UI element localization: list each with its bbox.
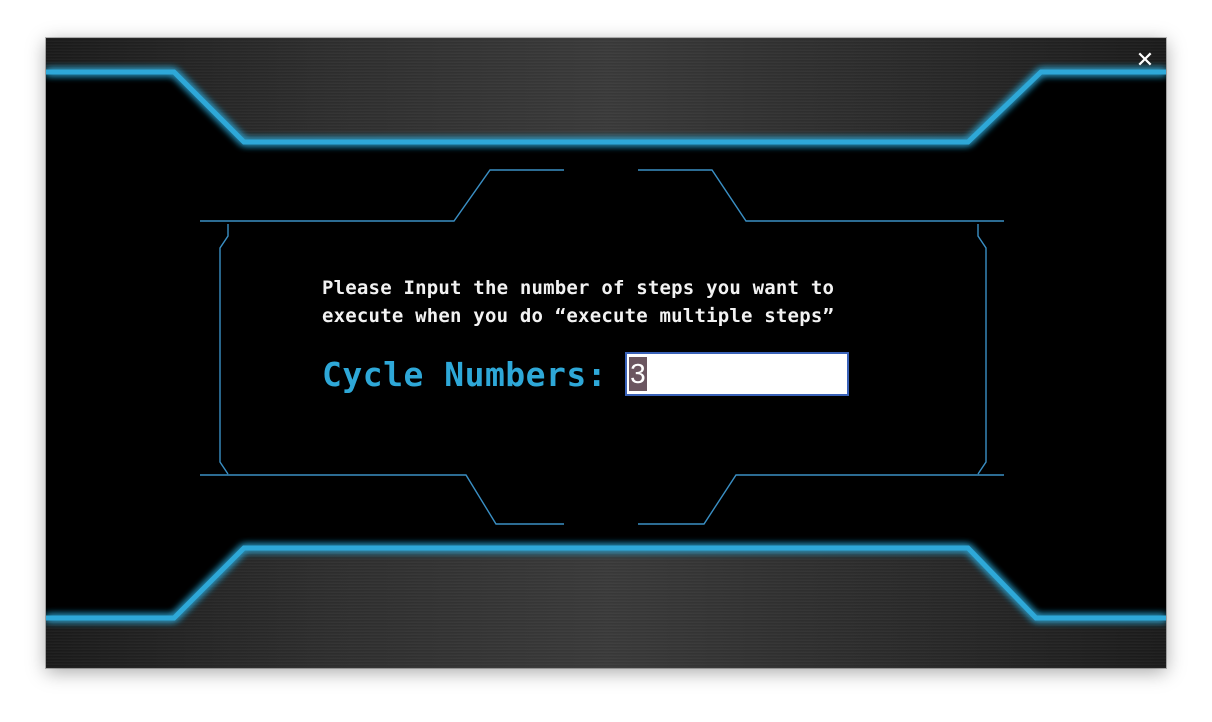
inner-frame-bottom-left [200, 474, 564, 525]
close-button[interactable]: ✕ [1134, 50, 1156, 72]
cycle-numbers-row: Cycle Numbers: 3 [322, 350, 850, 398]
cycle-numbers-input[interactable]: 3 [625, 352, 850, 396]
inner-frame-bottom-right [638, 474, 1004, 525]
dialog-window: ✕ Please Input the number of steps you w… [46, 38, 1166, 668]
bottom-glow-line [46, 545, 1166, 621]
cycle-numbers-label: Cycle Numbers: [322, 354, 608, 394]
cycle-numbers-value: 3 [629, 357, 647, 391]
instruction-text: Please Input the number of steps you wan… [322, 277, 835, 327]
top-glow-line [46, 69, 1166, 145]
inner-frame-top-left [200, 169, 564, 222]
inner-frame-left-side [219, 224, 229, 475]
inner-frame-top-right [638, 169, 1004, 222]
inner-frame-right-side [977, 224, 987, 475]
